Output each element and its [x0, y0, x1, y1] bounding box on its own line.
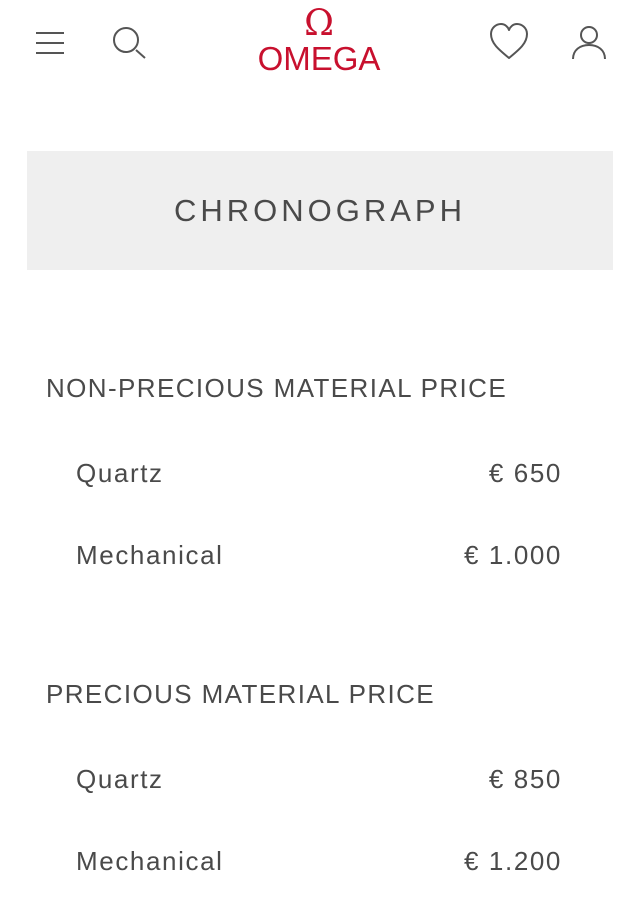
- price-value: € 1.200: [464, 845, 562, 876]
- omega-logo[interactable]: Ω OMEGA: [248, 6, 390, 80]
- user-icon: [572, 26, 606, 60]
- search-button[interactable]: [112, 26, 148, 60]
- menu-button[interactable]: [34, 29, 66, 57]
- wishlist-button[interactable]: [488, 22, 530, 62]
- price-label: Quartz: [76, 763, 164, 794]
- price-label: Quartz: [76, 457, 164, 488]
- price-value: € 850: [488, 763, 562, 794]
- omega-symbol-icon: Ω: [304, 3, 334, 44]
- price-value: € 650: [488, 457, 562, 488]
- price-row-non-precious-quartz: Quartz € 650: [76, 455, 562, 491]
- price-row-non-precious-mechanical: Mechanical € 1.000: [76, 537, 562, 573]
- logo-wordmark: OMEGA: [257, 40, 381, 77]
- heart-icon: [490, 23, 528, 59]
- price-row-precious-mechanical: Mechanical € 1.200: [76, 843, 562, 879]
- page-title: CHRONOGRAPH: [173, 192, 466, 228]
- account-button[interactable]: [570, 24, 608, 62]
- search-icon: [113, 27, 146, 59]
- price-row-precious-quartz: Quartz € 850: [76, 761, 562, 797]
- menu-icon: [36, 32, 64, 54]
- price-label: Mechanical: [76, 845, 224, 876]
- category-banner: CHRONOGRAPH: [27, 151, 613, 270]
- section-title-non-precious: NON-PRECIOUS MATERIAL PRICE: [46, 373, 508, 403]
- section-title-precious: PRECIOUS MATERIAL PRICE: [46, 679, 436, 709]
- price-label: Mechanical: [76, 539, 224, 570]
- site-header: Ω OMEGA: [0, 0, 637, 90]
- price-value: € 1.000: [464, 539, 562, 570]
